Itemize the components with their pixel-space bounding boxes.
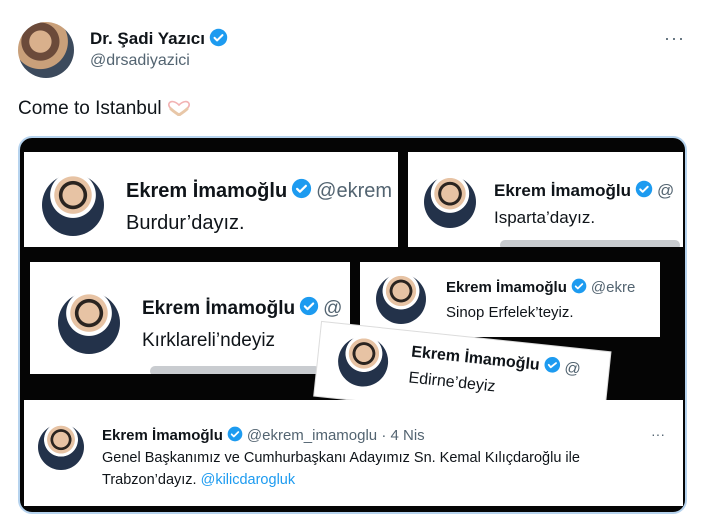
imamoglu-avatar xyxy=(335,334,391,389)
card-name-row: Ekrem İmamoğlu @ekrem xyxy=(126,178,392,203)
verified-badge-icon xyxy=(544,357,561,373)
imamoglu-avatar xyxy=(38,424,84,470)
more-options-icon[interactable]: ··· xyxy=(664,28,685,49)
card-isparta: Ekrem İmamoğlu @ Isparta’dayız. xyxy=(408,152,683,247)
card-sinop: Ekrem İmamoğlu @ekre Sinop Erfelek’teyiz. xyxy=(360,262,660,337)
photo-preview-strip xyxy=(500,240,680,247)
mention-link: @kilicdarogluk xyxy=(200,472,296,488)
card-burdur: Ekrem İmamoğlu @ekrem Burdur’dayız. xyxy=(24,152,398,247)
collage-image[interactable]: Ekrem İmamoğlu @ekrem Burdur’dayız. Ekrem… xyxy=(18,136,687,514)
card-text-trabzon: Trabzon’dayız. xyxy=(102,472,197,488)
verified-badge-icon xyxy=(299,296,319,316)
card-text-line2: Trabzon’dayız. @kilicdarogluk xyxy=(102,472,295,488)
card-text: Burdur’dayız. xyxy=(126,212,245,234)
card-text: Sinop Erfelek’teyiz. xyxy=(446,304,574,321)
card-text: Kırklareli’ndeyiz xyxy=(142,330,276,351)
author-name[interactable]: Dr. Şadi Yazıcı xyxy=(90,29,205,48)
imamoglu-avatar xyxy=(58,292,120,354)
card-kirklareli: Ekrem İmamoğlu @ Kırklareli’ndeyiz xyxy=(30,262,350,374)
photo-preview-strip xyxy=(150,366,320,374)
tweet-text-content: Come to Istanbul xyxy=(18,98,162,119)
heart-hands-emoji-icon xyxy=(167,100,190,116)
card-handle: @ xyxy=(657,181,675,200)
tweet-text: Come to Istanbul xyxy=(18,98,192,120)
card-name: Ekrem İmamoğlu xyxy=(410,343,541,374)
verified-badge-icon xyxy=(292,178,312,199)
card-name-row: Ekrem İmamoğlu @ekrem_imamoglu · 4 Nis xyxy=(102,426,425,444)
card-text: Edirne’deyiz xyxy=(407,369,497,396)
card-name: Ekrem İmamoğlu xyxy=(102,427,223,444)
card-name-row: Ekrem İmamoğlu @ xyxy=(142,296,342,320)
card-name-row: Ekrem İmamoğlu @ xyxy=(494,180,674,201)
card-name: Ekrem İmamoğlu xyxy=(446,279,567,296)
card-trabzon: Ekrem İmamoğlu @ekrem_imamoglu · 4 Nis ··… xyxy=(24,400,683,506)
card-more-icon: ··· xyxy=(651,426,665,442)
imamoglu-avatar xyxy=(424,176,476,228)
card-name: Ekrem İmamoğlu xyxy=(142,298,296,319)
card-date: · 4 Nis xyxy=(381,427,425,444)
card-text: Isparta’dayız. xyxy=(494,208,596,227)
card-handle: @ xyxy=(563,359,582,379)
card-handle: @ekrem xyxy=(316,180,393,202)
card-handle: @ xyxy=(323,298,343,319)
tweet-header: Dr. Şadi Yazıcı @drsadiyazici ··· xyxy=(18,20,685,80)
card-name-row: Ekrem İmamoğlu @ekre xyxy=(446,278,635,296)
author-avatar[interactable] xyxy=(18,22,74,78)
card-handle: @ekrem_imamoglu xyxy=(246,427,378,444)
author-name-row[interactable]: Dr. Şadi Yazıcı xyxy=(90,28,228,49)
card-name: Ekrem İmamoğlu xyxy=(126,180,288,202)
verified-badge-icon xyxy=(227,426,243,442)
author-handle[interactable]: @drsadiyazici xyxy=(90,52,190,70)
imamoglu-avatar xyxy=(42,174,104,236)
verified-badge-icon xyxy=(635,180,653,198)
verified-badge-icon xyxy=(571,278,587,294)
imamoglu-avatar xyxy=(376,274,426,324)
card-name: Ekrem İmamoğlu xyxy=(494,181,631,200)
card-text-line1: Genel Başkanımız ve Cumhurbaşkanı Adayım… xyxy=(102,450,580,466)
verified-badge-icon xyxy=(209,28,228,47)
card-handle: @ekre xyxy=(590,279,636,296)
